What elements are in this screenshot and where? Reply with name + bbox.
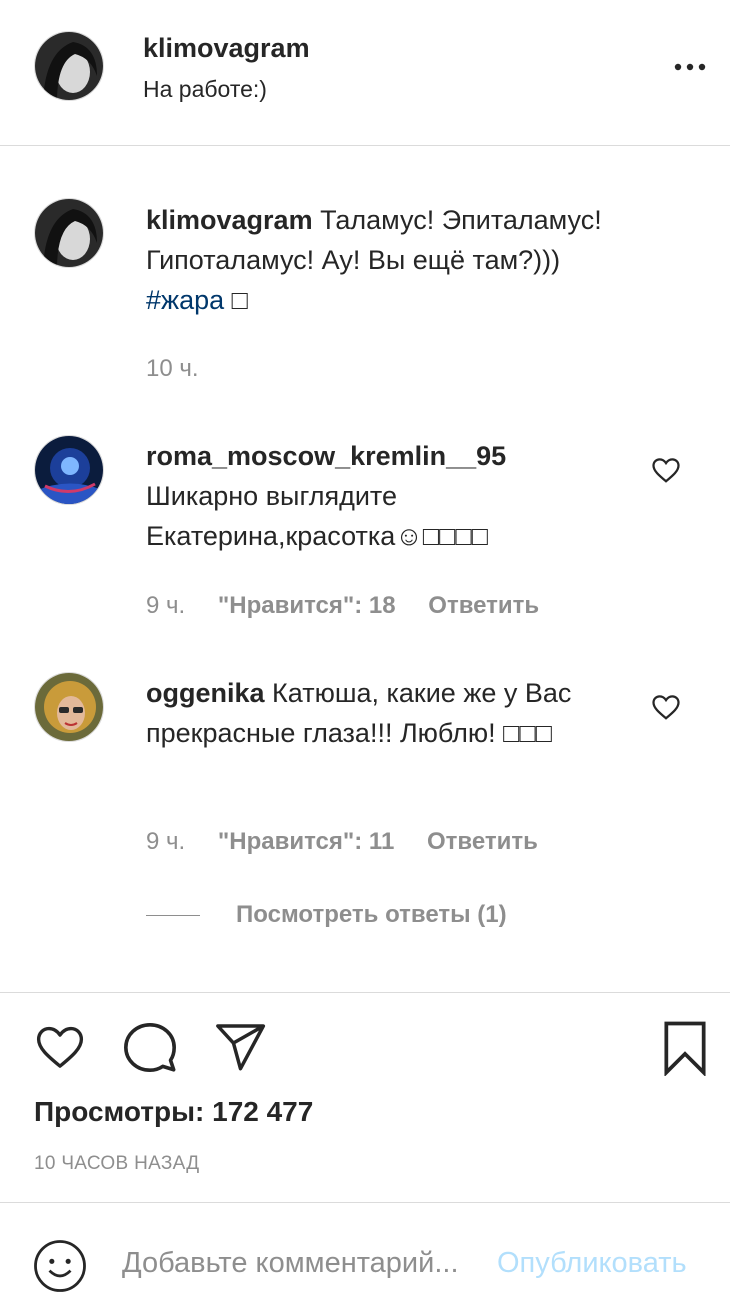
comment-input[interactable]: Добавьте комментарий... bbox=[122, 1247, 459, 1280]
divider bbox=[0, 992, 730, 993]
divider bbox=[0, 145, 730, 146]
share-icon[interactable] bbox=[210, 1019, 270, 1080]
post-timestamp[interactable]: 10 ЧАСОВ НАЗАД bbox=[34, 1153, 199, 1175]
caption-avatar[interactable] bbox=[34, 198, 104, 268]
comment-meta: 9 ч. "Нравится": 11 Ответить bbox=[146, 828, 564, 856]
views-count[interactable]: Просмотры: 172 477 bbox=[34, 1096, 313, 1128]
caption-emoji: □ bbox=[231, 285, 248, 315]
header-location[interactable]: На работе:) bbox=[143, 76, 267, 103]
bookmark-icon[interactable] bbox=[660, 1020, 710, 1081]
caption-text-block: klimovagram Таламус! Эпиталамус! Гипотал… bbox=[146, 200, 666, 320]
caption-meta: 10 ч. bbox=[146, 355, 225, 383]
comment-text-block: oggenika Катюша, какие же у Вас прекрасн… bbox=[146, 673, 616, 753]
emoji-icon[interactable] bbox=[32, 1238, 88, 1299]
reply-button[interactable]: Ответить bbox=[428, 592, 539, 619]
publish-button[interactable]: Опубликовать bbox=[497, 1247, 687, 1280]
heart-icon[interactable] bbox=[32, 1020, 88, 1079]
comment-like-icon[interactable] bbox=[651, 455, 681, 485]
comment-username[interactable]: oggenika bbox=[146, 678, 265, 708]
caption-time[interactable]: 10 ч. bbox=[146, 355, 199, 382]
view-replies-line bbox=[146, 915, 200, 916]
comment-time[interactable]: 9 ч. bbox=[146, 592, 185, 619]
comment-likes[interactable]: "Нравится": 18 bbox=[218, 592, 396, 619]
comment-avatar[interactable] bbox=[34, 672, 104, 742]
view-replies-button[interactable]: Посмотреть ответы (1) bbox=[236, 901, 507, 929]
avatar[interactable] bbox=[34, 31, 104, 101]
caption-username[interactable]: klimovagram bbox=[146, 205, 313, 235]
more-options-icon[interactable] bbox=[672, 50, 708, 80]
comment-text: Шикарно выглядите Екатерина,красотка☺□□□… bbox=[146, 481, 489, 551]
hashtag-link[interactable]: #жара bbox=[146, 285, 224, 315]
reply-button[interactable]: Ответить bbox=[427, 828, 538, 855]
comment-avatar[interactable] bbox=[34, 435, 104, 505]
comment-likes[interactable]: "Нравится": 11 bbox=[218, 828, 394, 855]
comment-time[interactable]: 9 ч. bbox=[146, 828, 185, 855]
comment-text-block: roma_moscow_kremlin__95 Шикарно выглядит… bbox=[146, 436, 616, 556]
comment-username[interactable]: roma_moscow_kremlin__95 bbox=[146, 441, 506, 471]
header-username[interactable]: klimovagram bbox=[143, 33, 310, 64]
comment-icon[interactable] bbox=[120, 1018, 180, 1081]
comment-meta: 9 ч. "Нравится": 18 Ответить bbox=[146, 592, 565, 620]
comment-like-icon[interactable] bbox=[651, 692, 681, 722]
divider bbox=[0, 1202, 730, 1203]
